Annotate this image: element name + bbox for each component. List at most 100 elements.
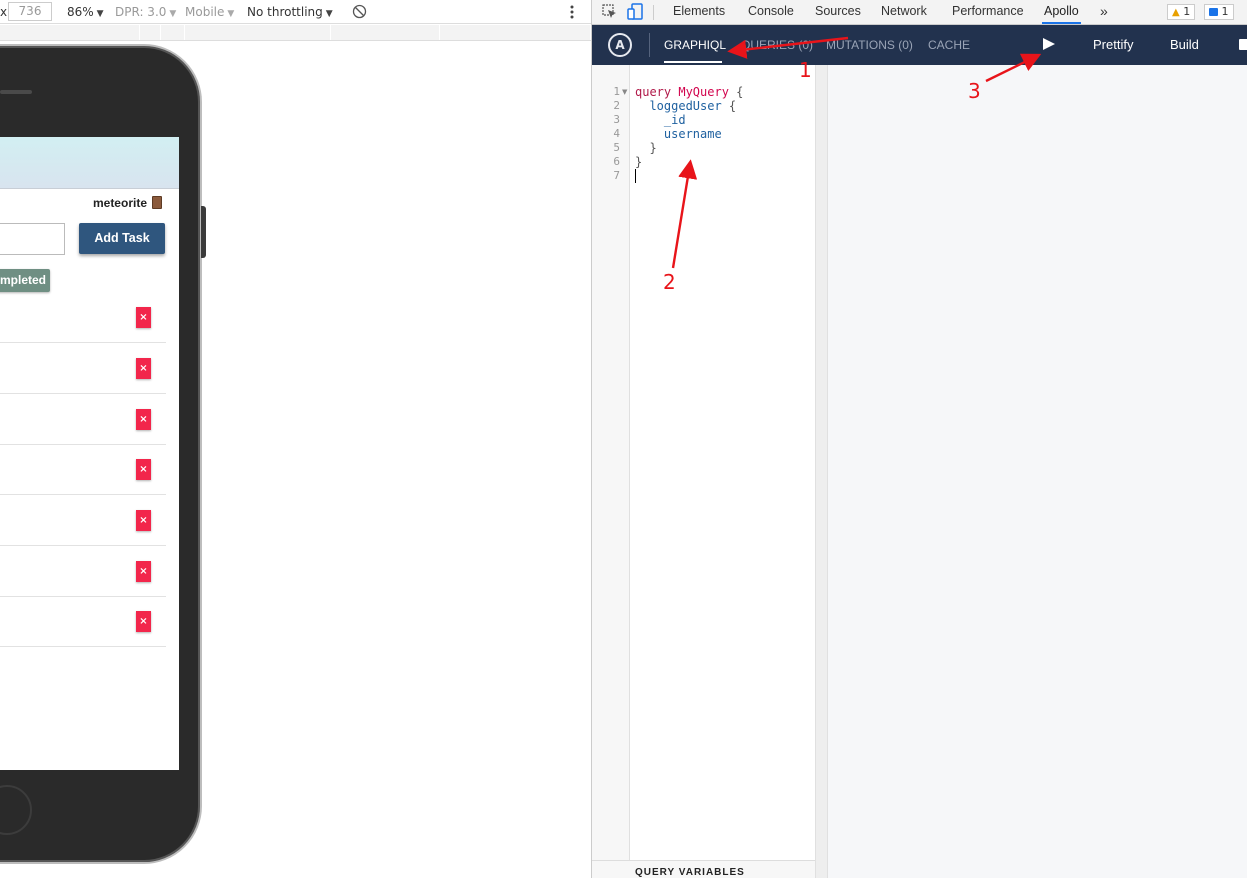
- new-task-input[interactable]: [0, 223, 65, 255]
- ruler-segment[interactable]: [331, 25, 440, 40]
- line-number: 1: [613, 85, 620, 98]
- tab-elements[interactable]: Elements: [673, 0, 725, 24]
- keyword: query: [635, 85, 672, 99]
- device-toggle-icon[interactable]: [627, 3, 643, 20]
- messages-count: 1: [1221, 5, 1229, 18]
- add-task-button[interactable]: Add Task: [79, 223, 165, 254]
- field-name: loggedUser: [649, 99, 722, 113]
- code-line: _id: [635, 113, 686, 127]
- chevron-down-icon: ▼: [169, 9, 177, 19]
- run-query-play-icon[interactable]: [1043, 38, 1055, 50]
- fold-toggle-icon[interactable]: ▼: [622, 88, 627, 96]
- ruler-segment[interactable]: [161, 25, 185, 40]
- query-variables-bar[interactable]: QUERY VARIABLES: [592, 860, 815, 878]
- username-label: meteorite: [92, 196, 147, 210]
- ruler-segment[interactable]: [185, 25, 331, 40]
- query-variables-label: QUERY VARIABLES: [635, 867, 745, 878]
- text-cursor: [635, 169, 636, 183]
- tab-separator: [653, 5, 654, 20]
- tab-cache[interactable]: CACHE: [928, 25, 970, 65]
- phone-screen: meteorite Add Task mpleted × × × × × × ×: [0, 137, 179, 770]
- messages-badge[interactable]: 1: [1204, 4, 1234, 20]
- active-tab-underline: [664, 61, 722, 63]
- pane-splitter[interactable]: [815, 65, 828, 878]
- apollo-toolbar: A GRAPHIQL QUERIES (0) MUTATIONS (0) CAC…: [592, 25, 1247, 65]
- tab-mutations[interactable]: MUTATIONS (0): [826, 25, 913, 65]
- delete-task-button[interactable]: ×: [136, 307, 151, 328]
- brace: {: [721, 99, 737, 113]
- line-number: 6: [613, 155, 620, 168]
- dpr-select[interactable]: DPR: 3.0 ▼: [115, 0, 176, 24]
- annotation-label-1: 1: [799, 58, 812, 82]
- delete-task-button[interactable]: ×: [136, 510, 151, 531]
- annotation-label-2: 2: [663, 270, 676, 294]
- chevron-down-icon: ▼: [96, 9, 104, 19]
- phone-speaker: [0, 90, 32, 94]
- ruler-segment[interactable]: [140, 25, 161, 40]
- delete-task-button[interactable]: ×: [136, 459, 151, 480]
- apollo-logo-icon: A: [608, 33, 632, 57]
- ruler-segment[interactable]: [440, 25, 591, 40]
- ruler-segment[interactable]: [0, 25, 140, 40]
- annotation-label-3: 3: [968, 79, 981, 103]
- brace: }: [635, 155, 643, 169]
- operation-name: MyQuery: [678, 85, 729, 99]
- field-name: _id: [663, 113, 686, 127]
- warnings-count: 1: [1183, 5, 1191, 18]
- device-emulation-pane: x 736 86% ▼ DPR: 3.0 ▼ Mobile ▼ No throttli…: [0, 0, 591, 878]
- more-options-icon[interactable]: [570, 5, 574, 19]
- delete-task-button[interactable]: ×: [136, 611, 151, 632]
- more-tabs-icon[interactable]: »: [1100, 0, 1108, 24]
- toolbar-divider: [649, 33, 650, 57]
- throttling-value: No throttling: [247, 5, 323, 19]
- tab-network[interactable]: Network: [881, 0, 927, 24]
- devtools-panel: Elements Console Sources Network Perform…: [591, 0, 1247, 878]
- app-header: [0, 137, 179, 189]
- delete-task-button[interactable]: ×: [136, 358, 151, 379]
- hide-completed-button[interactable]: mpleted: [0, 269, 50, 292]
- warnings-badge[interactable]: ▲ 1: [1167, 4, 1196, 20]
- chevron-down-icon: ▼: [227, 9, 235, 19]
- delete-task-button[interactable]: ×: [136, 409, 151, 430]
- line-number-gutter: 1 ▼ 2 3 4 5 6 7: [592, 65, 630, 860]
- line-number: 5: [613, 141, 620, 154]
- toggle-checkbox[interactable]: [1239, 39, 1247, 50]
- code-line: query MyQuery {: [635, 85, 743, 99]
- line-number: 3: [613, 113, 620, 126]
- build-button[interactable]: Build: [1170, 25, 1199, 65]
- dimension-separator: x: [0, 5, 8, 19]
- line-number: 4: [613, 127, 620, 140]
- mode-value: Mobile: [185, 5, 225, 19]
- device-toolbar: x 736 86% ▼ DPR: 3.0 ▼ Mobile ▼ No throttli…: [0, 0, 591, 24]
- line-number: 2: [613, 99, 620, 112]
- logout-door-icon[interactable]: [152, 196, 162, 209]
- tab-performance[interactable]: Performance: [952, 0, 1024, 24]
- viewport-width-input[interactable]: 736: [8, 2, 52, 21]
- throttling-select[interactable]: No throttling ▼: [247, 0, 333, 24]
- devtools-tab-bar: Elements Console Sources Network Perform…: [592, 0, 1247, 25]
- delete-task-button[interactable]: ×: [136, 561, 151, 582]
- chevron-down-icon: ▼: [325, 9, 333, 19]
- zoom-value: 86%: [67, 5, 94, 19]
- code-line: }: [635, 155, 642, 169]
- code-line: }: [635, 141, 657, 155]
- result-pane: [828, 65, 1247, 878]
- tab-console[interactable]: Console: [748, 0, 794, 24]
- field-name: username: [663, 127, 722, 141]
- brace: }: [649, 141, 657, 155]
- tab-apollo[interactable]: Apollo: [1042, 0, 1081, 24]
- mode-select[interactable]: Mobile ▼: [185, 0, 234, 24]
- dpr-value: DPR: 3.0: [115, 5, 167, 19]
- line-number: 7: [613, 169, 620, 182]
- query-editor[interactable]: 1 ▼ 2 3 4 5 6 7 query MyQuery { loggedUs…: [592, 65, 815, 878]
- prettify-button[interactable]: Prettify: [1093, 25, 1133, 65]
- inspect-element-icon[interactable]: [602, 4, 617, 19]
- code-line: username: [635, 127, 722, 141]
- rotate-icon[interactable]: [352, 4, 367, 19]
- tab-sources[interactable]: Sources: [815, 0, 861, 24]
- message-icon: [1209, 8, 1218, 16]
- tab-graphiql[interactable]: GRAPHIQL: [664, 25, 726, 65]
- zoom-select[interactable]: 86% ▼: [67, 0, 104, 24]
- media-query-ruler[interactable]: [0, 25, 591, 41]
- code-line: loggedUser {: [635, 99, 736, 113]
